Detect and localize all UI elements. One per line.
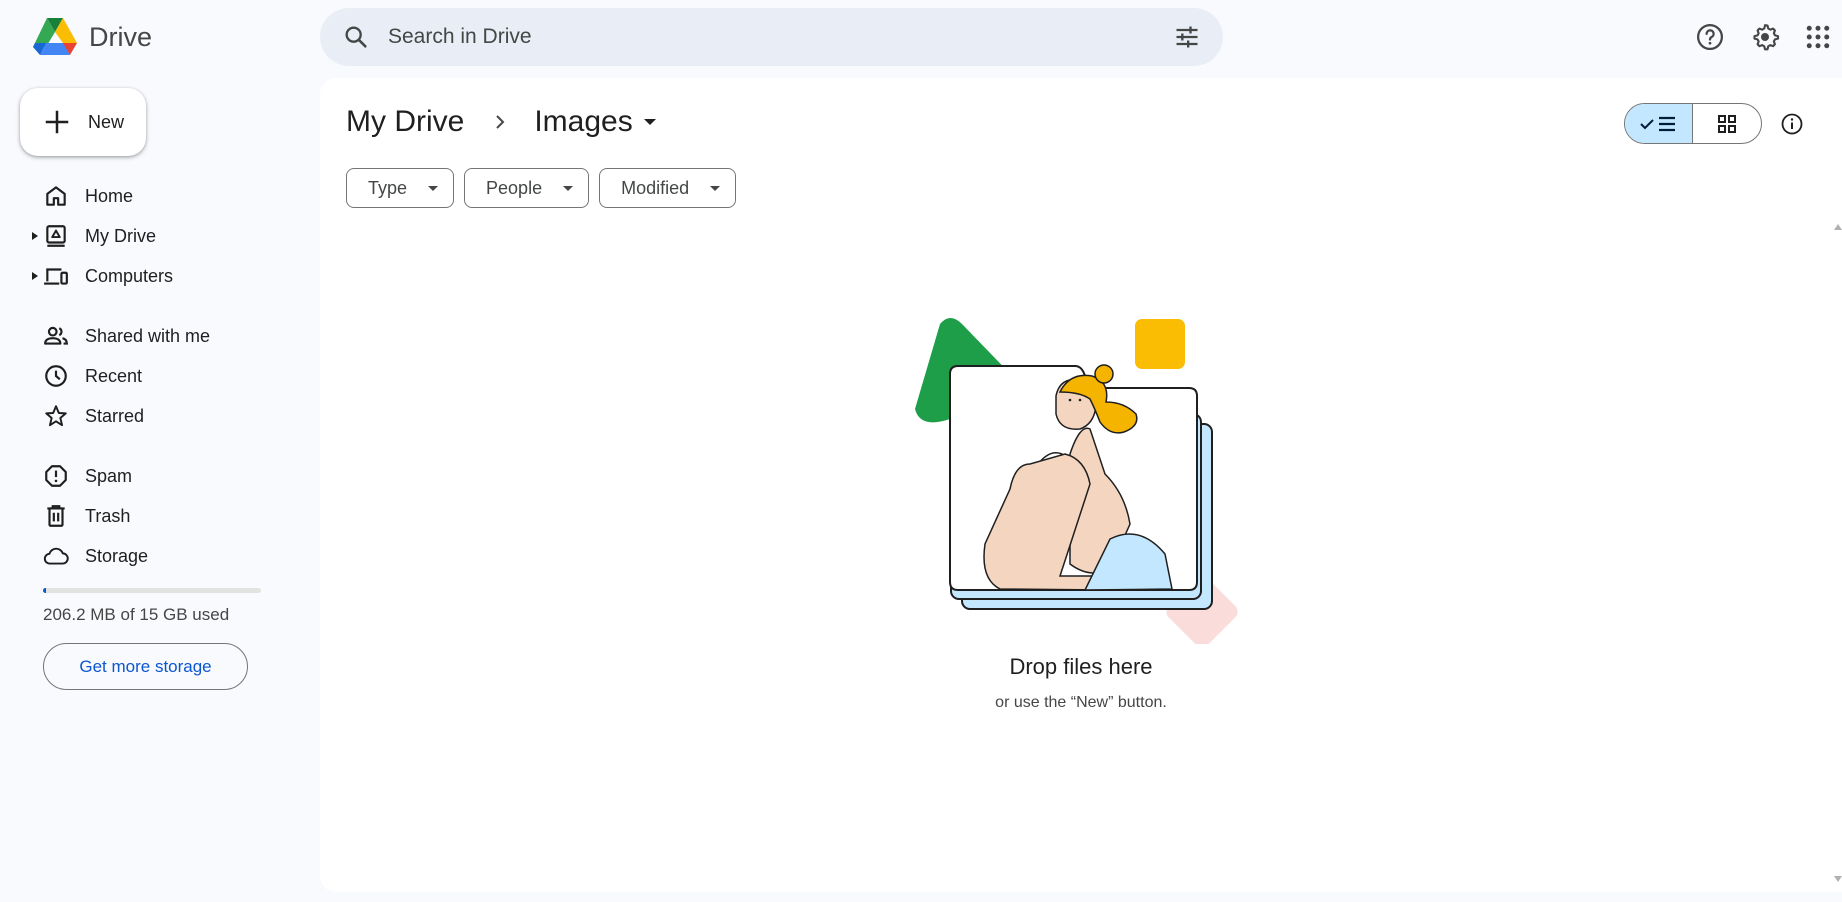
chevron-right-icon (496, 115, 505, 129)
dropdown-arrow-icon (710, 186, 721, 191)
sidebar-item-label: Storage (85, 545, 149, 566)
empty-folder-illustration (915, 318, 1238, 644)
sidebar-item-home[interactable]: Home (0, 178, 300, 214)
scroll-up-arrow-icon[interactable] (1834, 224, 1842, 230)
drive-logo[interactable]: Drive (32, 16, 152, 58)
filter-label: People (486, 177, 543, 198)
star-icon (45, 405, 67, 427)
get-more-storage-button[interactable]: Get more storage (43, 643, 248, 690)
expand-caret-icon[interactable] (31, 231, 39, 241)
storage-progress-bar (43, 588, 261, 593)
settings-icon[interactable] (1750, 22, 1780, 52)
plus-icon (45, 110, 69, 134)
scroll-down-arrow-icon[interactable] (1834, 876, 1842, 882)
search-options-icon[interactable] (1173, 23, 1201, 51)
sidebar-item-spam[interactable]: Spam (0, 458, 300, 494)
storage-progress-fill (43, 588, 46, 593)
breadcrumb: My Drive Images (346, 102, 659, 142)
cloud-icon (43, 547, 69, 565)
search-icon[interactable] (342, 23, 370, 51)
dropdown-arrow-icon (563, 186, 574, 191)
new-button-label: New (88, 111, 125, 132)
my-drive-icon (46, 225, 66, 247)
drive-logo-icon (33, 18, 77, 55)
info-icon[interactable] (1780, 112, 1804, 136)
filter-chips: Type People Modified (346, 168, 737, 208)
sidebar-item-label: Trash (85, 505, 131, 526)
list-view-button[interactable] (1625, 104, 1693, 143)
sidebar-item-label: Home (85, 185, 134, 206)
list-view-check-icon (1639, 116, 1675, 131)
sidebar-item-label: Starred (85, 405, 145, 426)
breadcrumb-current-folder[interactable]: Images (534, 105, 632, 139)
sidebar-item-storage[interactable]: Storage (0, 538, 300, 574)
dropdown-arrow-icon (428, 186, 439, 191)
home-icon (46, 186, 66, 206)
main-content: My Drive Images Type People Modified Dro… (320, 78, 1842, 892)
sidebar-item-trash[interactable]: Trash (0, 498, 300, 534)
expand-caret-icon[interactable] (31, 271, 39, 281)
sidebar-item-label: My Drive (85, 225, 156, 246)
apps-grid-icon[interactable] (1803, 22, 1833, 52)
search-input[interactable] (388, 25, 1173, 49)
filter-people-chip[interactable]: People (464, 168, 590, 208)
filter-label: Type (368, 177, 408, 198)
people-icon (44, 326, 68, 345)
app-name: Drive (89, 21, 153, 52)
sidebar-item-my-drive[interactable]: My Drive (0, 218, 300, 254)
trash-icon (47, 505, 65, 527)
filter-type-chip[interactable]: Type (346, 168, 455, 208)
filter-modified-chip[interactable]: Modified (599, 168, 737, 208)
sidebar-item-shared-with-me[interactable]: Shared with me (0, 318, 300, 354)
computers-icon (44, 268, 68, 285)
filter-label: Modified (621, 177, 690, 198)
grid-view-button[interactable] (1693, 104, 1761, 143)
sidebar-item-label: Recent (85, 365, 143, 386)
grid-view-icon (1718, 114, 1736, 133)
sidebar-item-recent[interactable]: Recent (0, 358, 300, 394)
new-button[interactable]: New (20, 88, 146, 156)
sidebar-item-label: Shared with me (85, 325, 211, 346)
view-toggle (1624, 103, 1762, 144)
storage-usage-text: 206.2 MB of 15 GB used (43, 605, 230, 624)
sidebar-item-label: Spam (85, 465, 133, 486)
spam-icon (45, 465, 67, 487)
folder-menu-dropdown-icon[interactable] (641, 113, 659, 131)
clock-icon (45, 365, 67, 387)
sidebar-item-starred[interactable]: Starred (0, 398, 300, 434)
empty-state-title: Drop files here (1009, 654, 1153, 679)
sidebar-item-label: Computers (85, 265, 174, 286)
sidebar-item-computers[interactable]: Computers (0, 258, 300, 294)
search-bar (320, 8, 1223, 66)
help-icon[interactable] (1695, 22, 1725, 52)
empty-state-subtitle: or use the “New” button. (995, 694, 1167, 711)
breadcrumb-my-drive[interactable]: My Drive (346, 105, 464, 139)
